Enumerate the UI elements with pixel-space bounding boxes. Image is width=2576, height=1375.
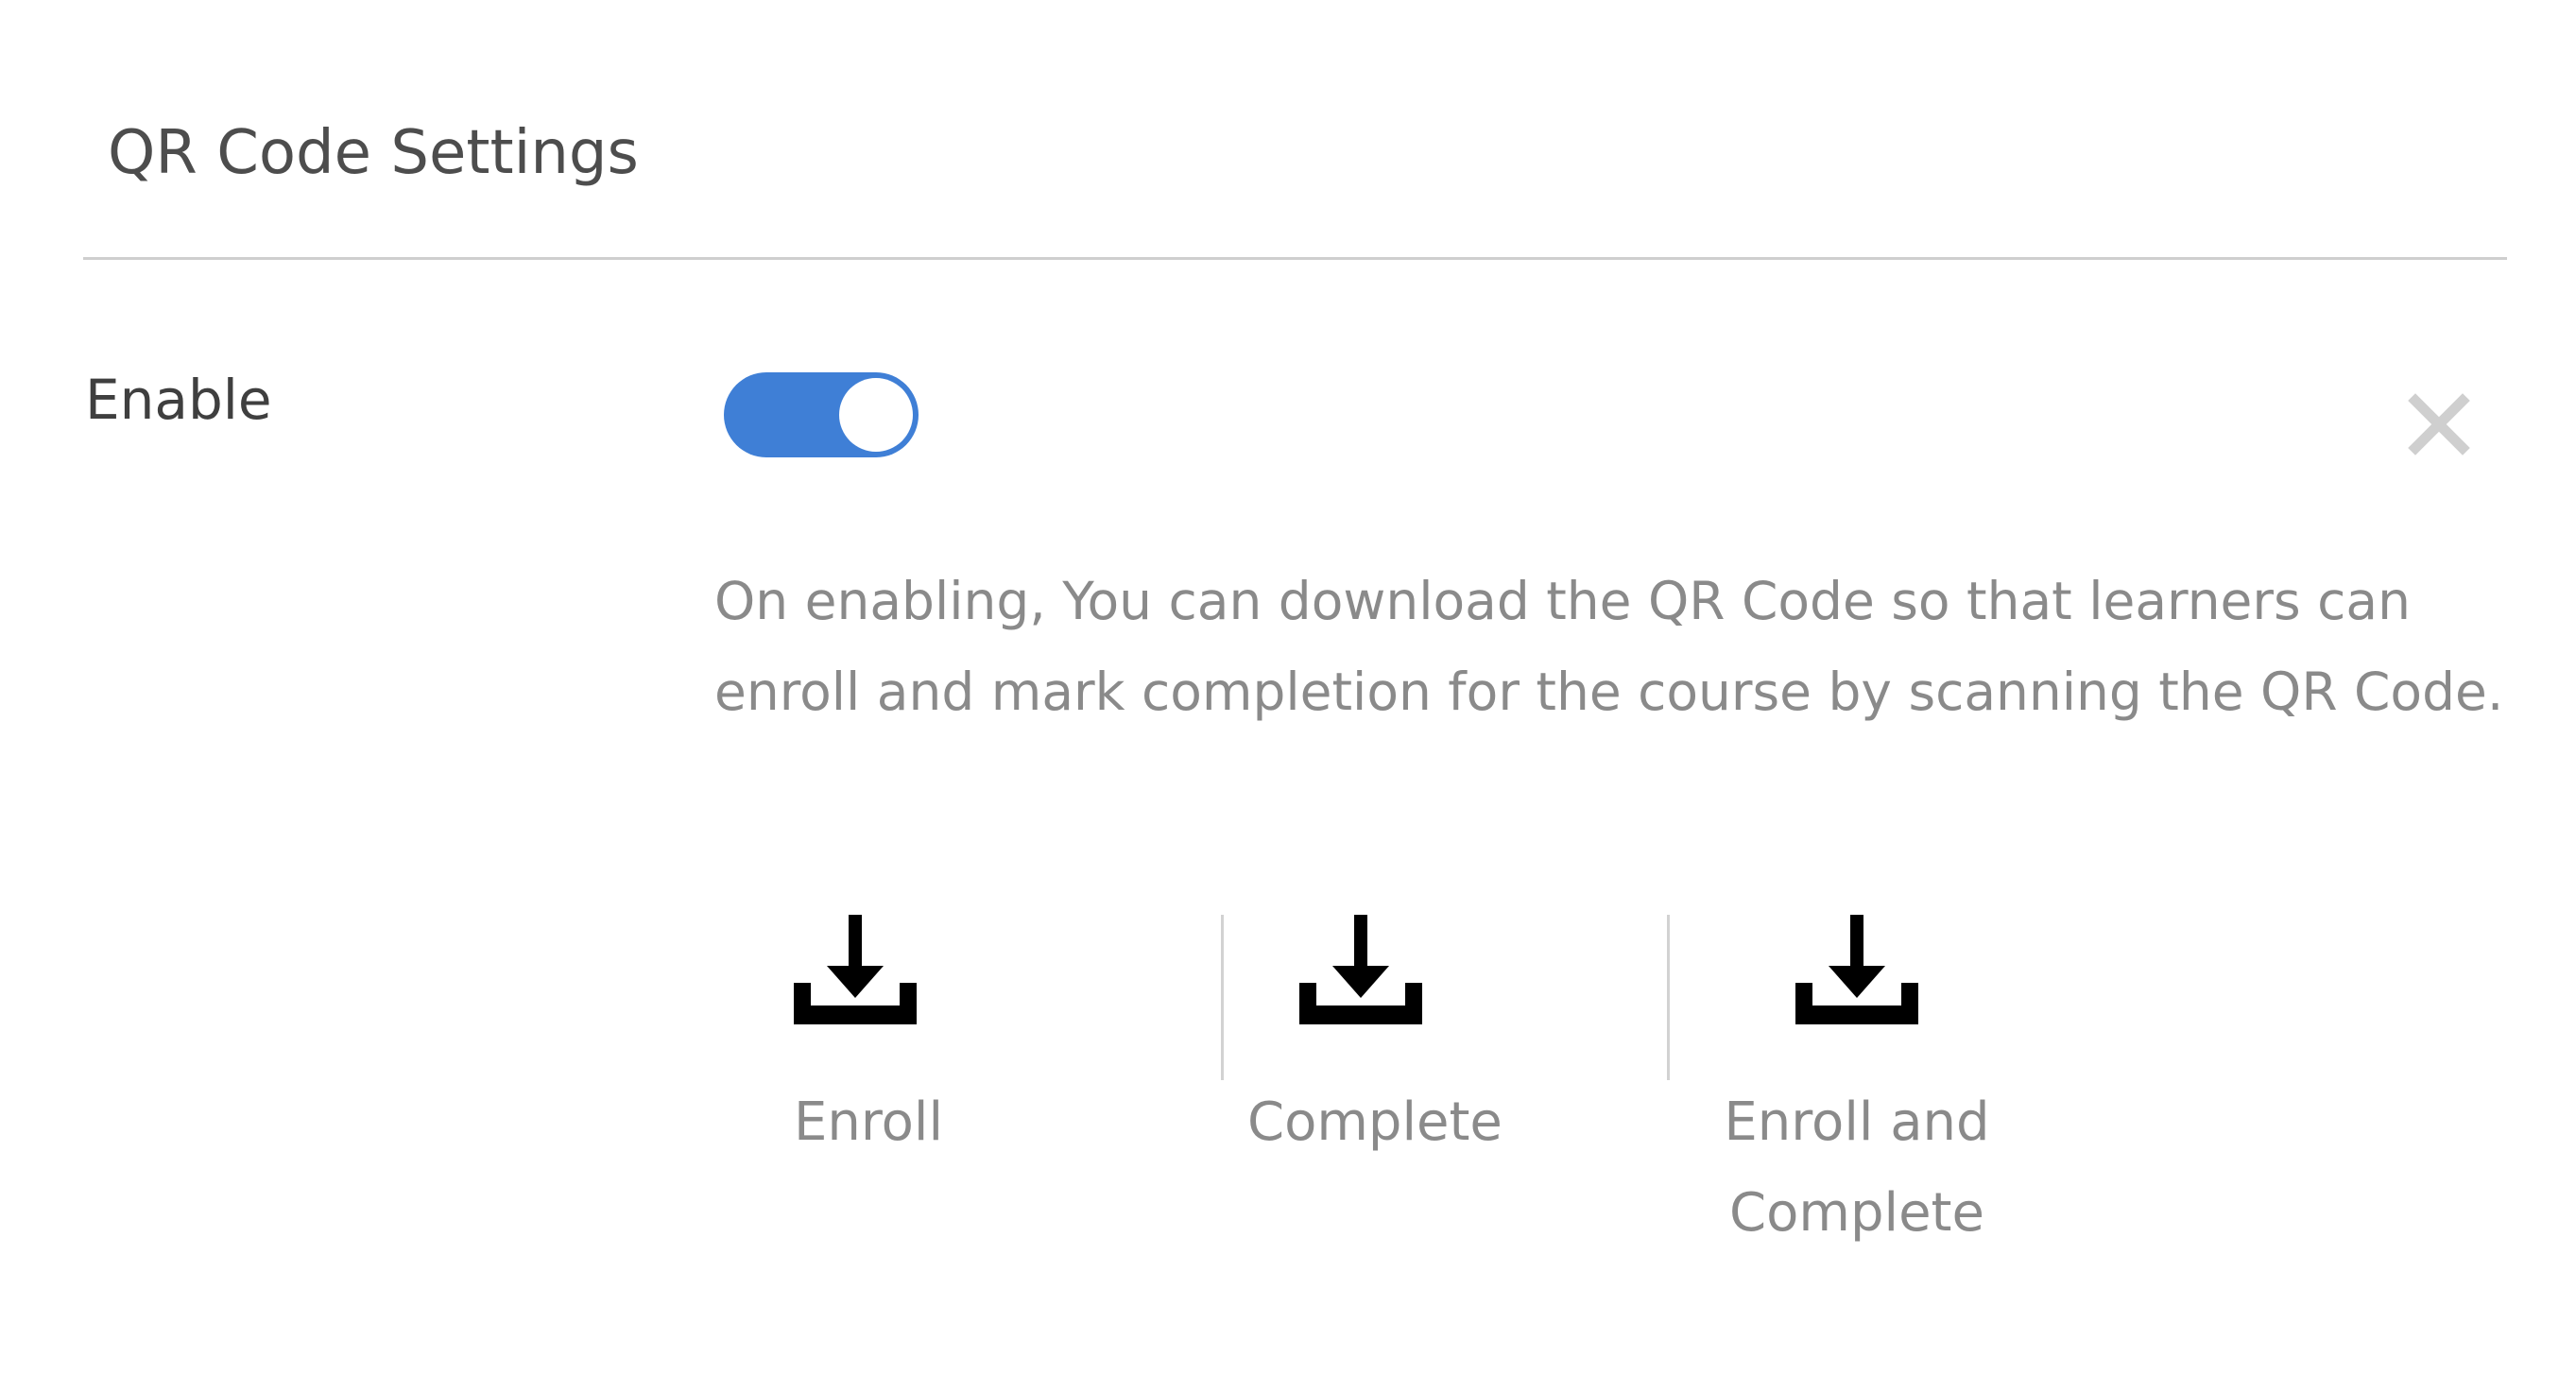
separator xyxy=(1221,915,1224,1080)
divider xyxy=(83,257,2507,260)
enable-label: Enable xyxy=(85,368,272,432)
download-icon xyxy=(794,915,917,1024)
download-complete-label: Complete xyxy=(1247,1091,1503,1153)
download-icon xyxy=(1795,915,1918,1024)
toggle-knob xyxy=(839,378,913,452)
description-text: On enabling, You can download the QR Cod… xyxy=(714,571,2504,722)
section-title: QR Code Settings xyxy=(108,118,639,188)
download-icon xyxy=(1299,915,1422,1024)
enable-toggle[interactable] xyxy=(724,372,919,457)
download-enroll-and-complete-button[interactable]: Enroll and Complete xyxy=(1701,915,2013,1259)
download-enroll-button[interactable]: Enroll xyxy=(794,915,944,1168)
close-icon[interactable] xyxy=(2406,391,2472,457)
qr-code-settings-panel: QR Code Settings Enable On enabling, You… xyxy=(0,0,2576,1375)
download-enroll-and-complete-label: Enroll and Complete xyxy=(1724,1091,1990,1244)
separator xyxy=(1667,915,1670,1080)
download-complete-button[interactable]: Complete xyxy=(1247,915,1503,1168)
download-enroll-label: Enroll xyxy=(794,1091,944,1153)
